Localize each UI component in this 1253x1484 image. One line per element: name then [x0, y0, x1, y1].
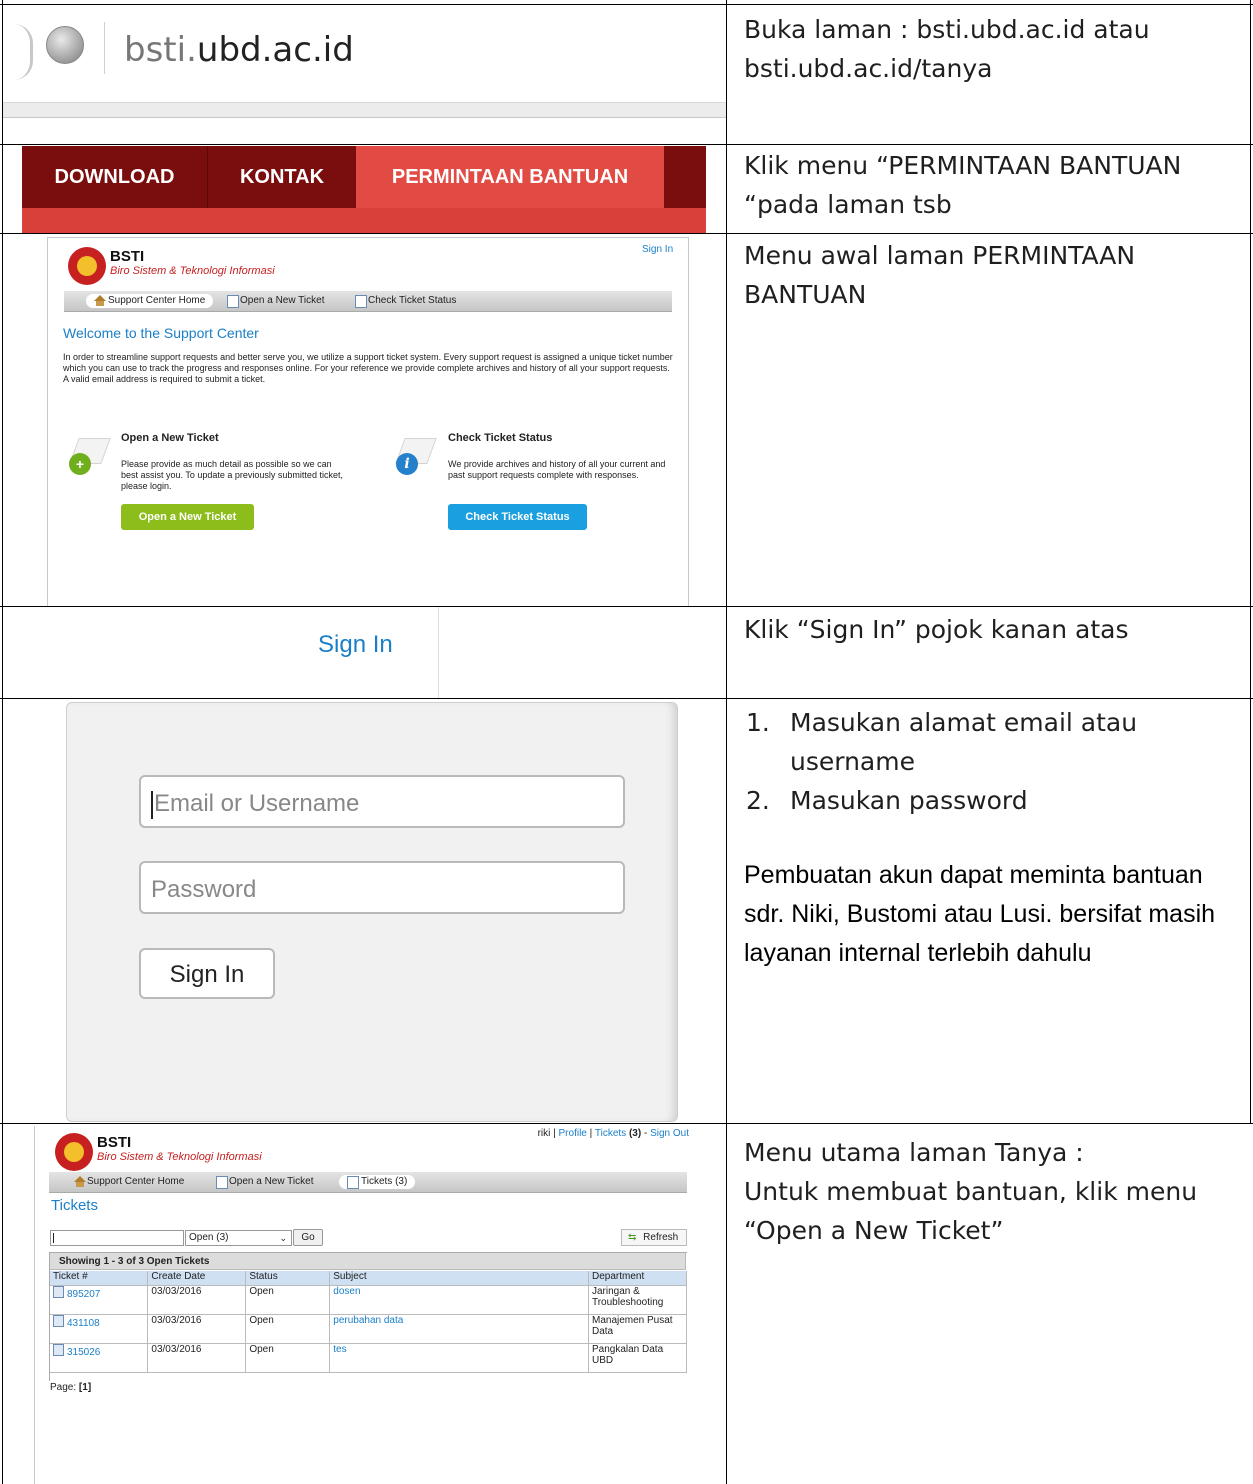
grid-line	[0, 1123, 1253, 1124]
table-grid	[0, 0, 1253, 1484]
grid-line	[0, 144, 1253, 145]
grid-line	[1250, 0, 1251, 1124]
grid-line	[2, 0, 3, 1484]
grid-line	[0, 4, 1253, 5]
grid-line	[0, 606, 1253, 607]
grid-line	[726, 0, 727, 1484]
grid-line	[0, 233, 1253, 234]
grid-line	[0, 698, 1253, 699]
